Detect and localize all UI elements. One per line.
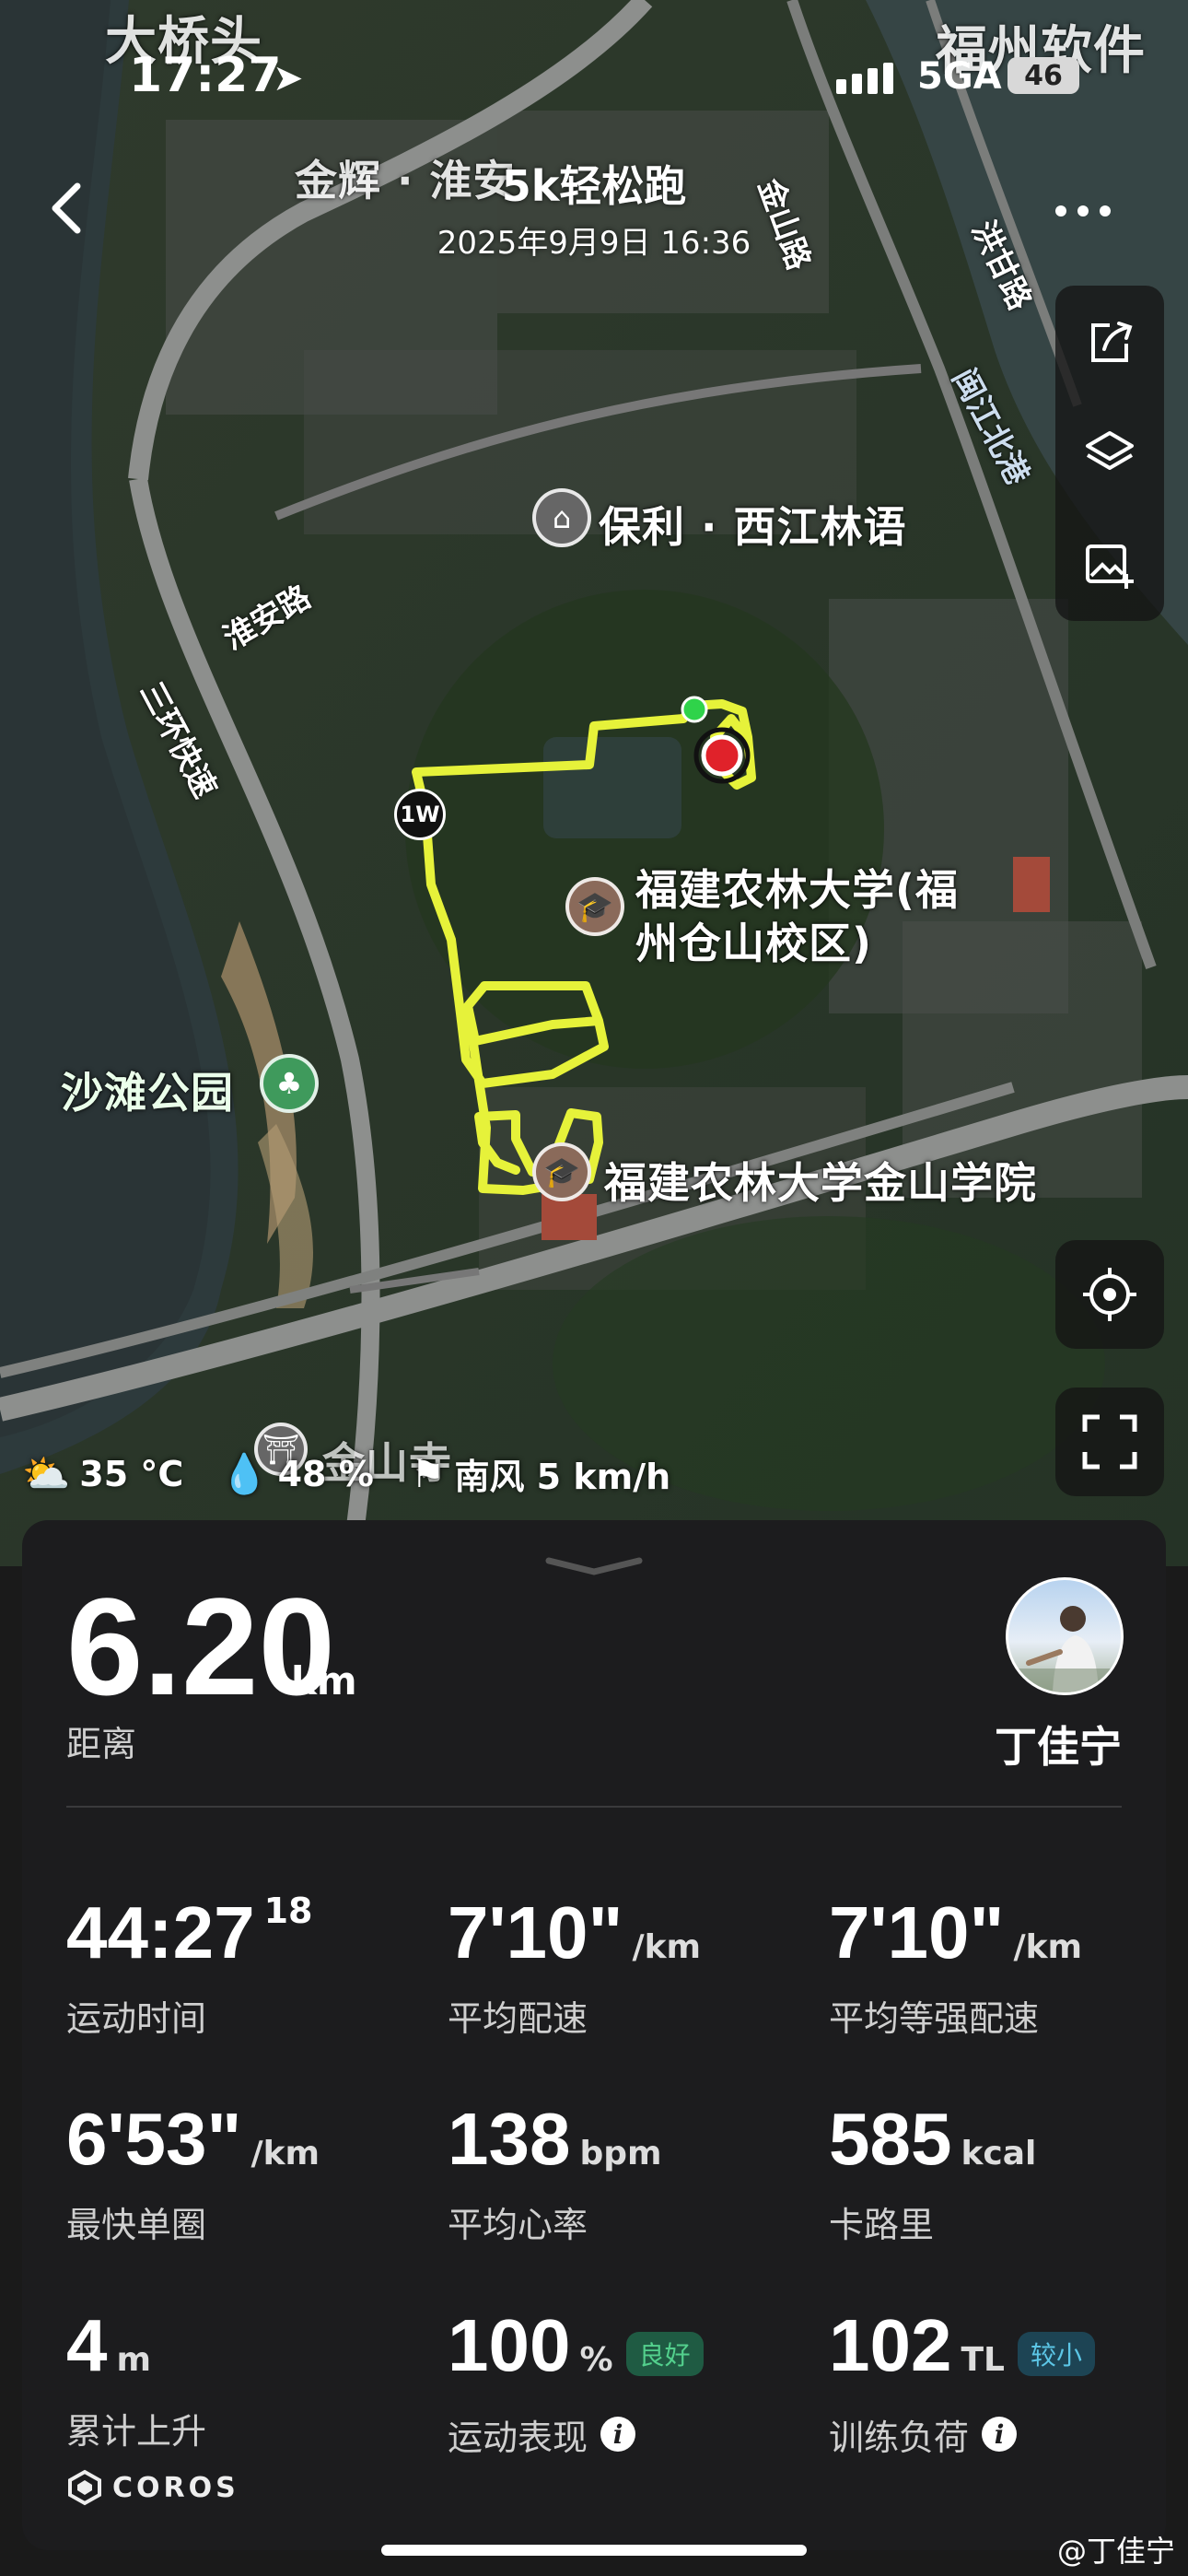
- stat-value: 4: [66, 2304, 108, 2386]
- stat-fastest-lap: 6'53"/km 最快单圈: [66, 2102, 320, 2247]
- stat-value: 585: [829, 2098, 952, 2180]
- humidity-icon: 💧: [220, 1450, 269, 1496]
- map-label-jinshan-college: 福建农林大学金山学院: [604, 1158, 1037, 1208]
- fullscreen-button[interactable]: [1055, 1388, 1164, 1496]
- stat-unit: /km: [1013, 1928, 1083, 1966]
- stat-unit: /km: [632, 1928, 702, 1966]
- fullscreen-icon: [1082, 1414, 1137, 1469]
- status-time: 17:27: [129, 48, 282, 103]
- home-indicator[interactable]: [381, 2545, 807, 2556]
- share-icon: [1091, 321, 1133, 362]
- humidity: 48 %: [277, 1453, 374, 1494]
- map-label-univ-line1: 福建农林大学(福: [635, 865, 960, 915]
- layers-icon: [1086, 430, 1134, 470]
- more-dots-icon: [1055, 205, 1111, 217]
- stat-label: 平均配速: [448, 1998, 588, 2039]
- info-icon[interactable]: i: [600, 2417, 636, 2452]
- map-label-univ-line2: 州仓山校区): [635, 919, 873, 968]
- avatar[interactable]: [1006, 1577, 1124, 1695]
- park-icon: ♣: [260, 1054, 319, 1113]
- cloud-sun-icon: ⛅: [22, 1450, 71, 1496]
- divider: [66, 1806, 1122, 1808]
- stat-value: 6'53": [66, 2098, 242, 2180]
- username[interactable]: 丁佳宁: [995, 1714, 1122, 1774]
- wind-icon: ⚑: [410, 1451, 446, 1496]
- stat-unit: /km: [250, 2135, 320, 2172]
- map-label-beach-park: 沙滩公园: [61, 1068, 234, 1118]
- location-arrow-icon: ➤: [273, 57, 304, 100]
- brand-name: COROS: [112, 2471, 239, 2504]
- drag-handle-icon[interactable]: [545, 1557, 643, 1575]
- locate-button[interactable]: [1055, 1240, 1164, 1349]
- stat-label: 运动表现: [448, 2417, 588, 2458]
- stat-value: 100: [448, 2304, 571, 2386]
- brand-logo: COROS: [66, 2469, 239, 2506]
- watermark: @丁佳宁: [1056, 2534, 1175, 2569]
- university-icon: 🎓: [565, 877, 624, 936]
- signal-icon: [836, 63, 893, 94]
- stat-avg-hr: 138 bpm 平均心率: [448, 2102, 662, 2247]
- stat-label: 平均等强配速: [829, 1998, 1040, 2039]
- stat-label: 平均心率: [448, 2205, 588, 2245]
- stats-card[interactable]: 6.20 km 距离 丁佳宁 44:27 18 运动时间 7'10"/km 平均配…: [22, 1520, 1166, 2550]
- temperature: 35 °C: [79, 1453, 184, 1494]
- map-label-poly: 保利 · 西江林语: [599, 502, 907, 552]
- stat-elevation-gain: 4m 累计上升: [66, 2309, 206, 2453]
- stat-value: 7'10": [829, 1891, 1005, 1973]
- add-image-icon: [1086, 544, 1134, 590]
- stat-value: 44:27: [66, 1891, 255, 1973]
- wind: 南风 5 km/h: [454, 1457, 671, 1497]
- stat-value: 138: [448, 2098, 571, 2180]
- stat-sup: 18: [263, 1891, 313, 1931]
- stat-avg-grade-pace: 7'10"/km 平均等强配速: [829, 1896, 1082, 2041]
- distance-label: 距离: [66, 1724, 137, 1764]
- stat-unit: kcal: [961, 2135, 1037, 2172]
- more-button[interactable]: [1054, 181, 1112, 230]
- stat-unit: %: [579, 2341, 613, 2379]
- lap-marker[interactable]: 1W: [394, 789, 446, 840]
- training-load-badge: 较小: [1017, 2331, 1095, 2376]
- activity-date: 2025年9月9日 16:36: [437, 225, 751, 262]
- stat-value: 102: [829, 2304, 952, 2386]
- stat-performance: 100% 良好 运动表现 i: [448, 2309, 704, 2460]
- residence-icon: ⌂: [532, 488, 591, 547]
- distance-unit: km: [291, 1658, 357, 1704]
- stat-unit: TL: [961, 2341, 1005, 2379]
- stat-value: 7'10": [448, 1891, 623, 1973]
- coros-logo-icon: [68, 2469, 101, 2506]
- stat-unit: bpm: [579, 2135, 662, 2172]
- performance-badge: 良好: [625, 2331, 704, 2376]
- stat-calories: 585 kcal 卡路里: [829, 2102, 1036, 2247]
- stat-label: 卡路里: [829, 2205, 935, 2245]
- battery-icon: 46: [1007, 57, 1079, 94]
- layers-button[interactable]: [1073, 416, 1147, 490]
- share-button[interactable]: [1073, 305, 1147, 379]
- network-type: 5GA: [917, 55, 1002, 98]
- page-title: 5k轻松跑: [501, 161, 687, 211]
- person-avatar-icon: [1008, 1606, 1121, 1692]
- stat-label: 最快单圈: [66, 2205, 207, 2245]
- stat-duration: 44:27 18 运动时间: [66, 1891, 313, 2041]
- info-icon[interactable]: i: [982, 2417, 1018, 2452]
- stat-avg-pace: 7'10"/km 平均配速: [448, 1896, 701, 2041]
- college-icon: 🎓: [532, 1142, 591, 1201]
- stat-label: 累计上升: [66, 2411, 207, 2452]
- crosshair-icon: [1083, 1268, 1136, 1321]
- stat-training-load: 102 TL 较小 训练负荷 i: [829, 2309, 1095, 2460]
- stat-label: 训练负荷: [829, 2417, 970, 2458]
- map-tools: [1055, 286, 1164, 621]
- weather-strip: ⛅ 35 °C 💧 48 % ⚑ 南风 5 km/h: [22, 1448, 694, 1499]
- add-photo-button[interactable]: [1073, 528, 1147, 602]
- stat-unit: m: [116, 2341, 152, 2379]
- stat-label: 运动时间: [66, 1998, 207, 2039]
